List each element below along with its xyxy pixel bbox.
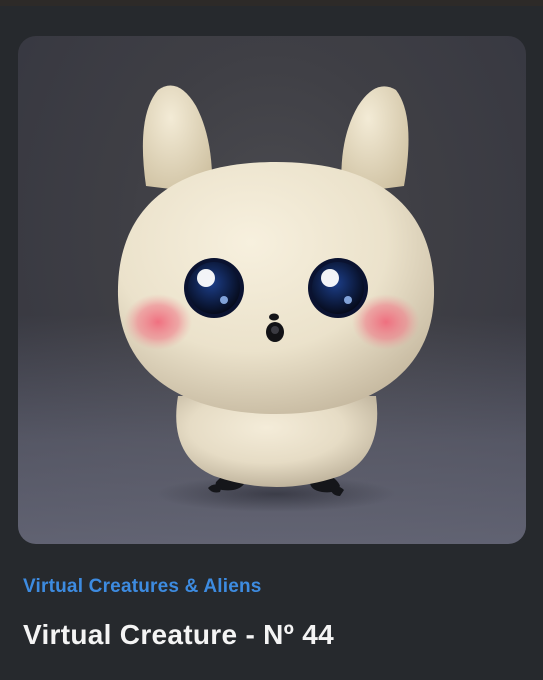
left-eye bbox=[184, 258, 244, 318]
item-title: Virtual Creature - Nº 44 bbox=[23, 619, 335, 650]
creature-head bbox=[117, 162, 435, 414]
right-eye bbox=[308, 258, 368, 318]
nose bbox=[269, 313, 279, 321]
nft-image[interactable] bbox=[18, 36, 526, 544]
top-strip bbox=[0, 0, 543, 6]
creature-illustration bbox=[117, 85, 435, 512]
left-cheek bbox=[124, 294, 192, 350]
collection-link[interactable]: Virtual Creatures & Aliens bbox=[23, 576, 262, 598]
